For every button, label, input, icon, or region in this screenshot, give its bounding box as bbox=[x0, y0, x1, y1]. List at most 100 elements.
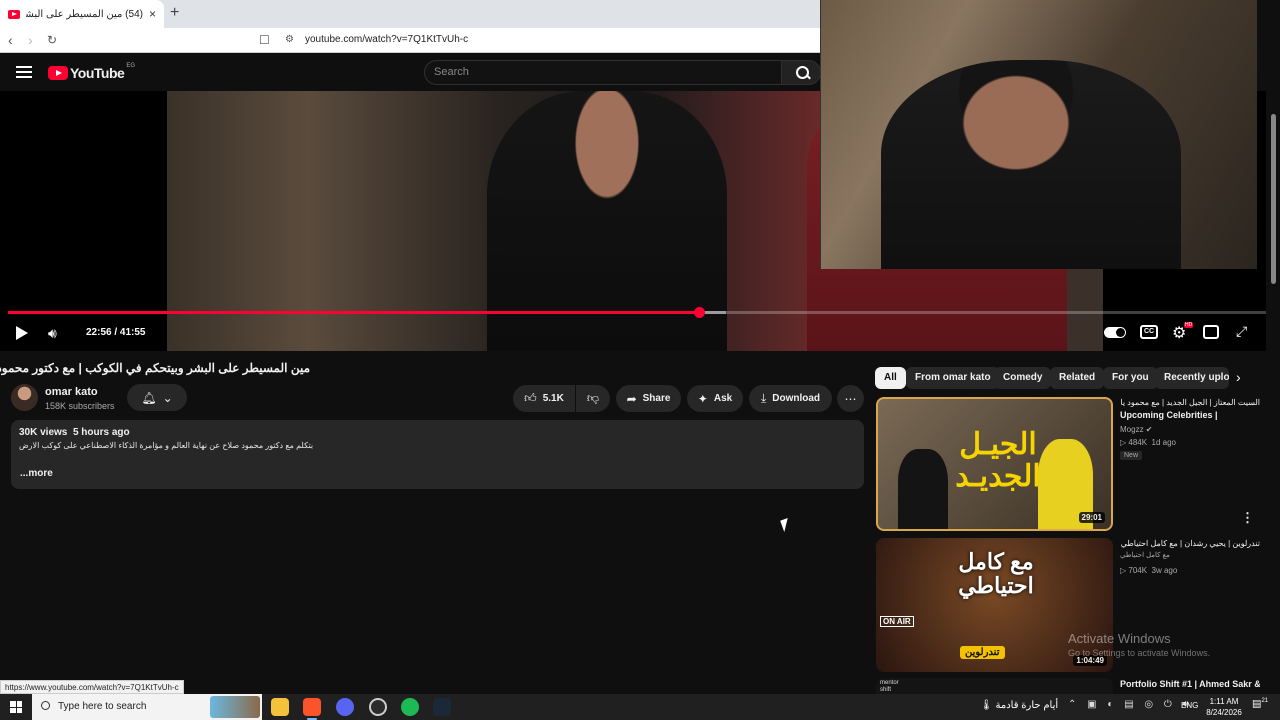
chip-recently-uploaded[interactable]: Recently uplo bbox=[1155, 367, 1229, 389]
youtube-play-logo-icon bbox=[48, 66, 68, 80]
thumbnail-text: mentor shift bbox=[880, 680, 899, 693]
kebab-menu-icon[interactable]: ⋮ bbox=[1241, 510, 1254, 526]
chip-for-you[interactable]: For you bbox=[1103, 367, 1158, 389]
channel-avatar[interactable] bbox=[11, 384, 38, 411]
tab-title: (54) مين المسيطر على البشر وبيتـ bbox=[26, 8, 143, 20]
search-button[interactable] bbox=[781, 60, 821, 85]
share-label: Share bbox=[642, 393, 671, 404]
recommendation-title-line2[interactable]: Upcoming Celebrities | bbox=[1120, 409, 1260, 422]
chip-comedy[interactable]: Comedy bbox=[994, 367, 1052, 389]
weather-widget[interactable]: أيام حارة قادمة 🌡︎ bbox=[980, 700, 1058, 711]
browser-tab[interactable]: (54) مين المسيطر على البشر وبيتـ × bbox=[0, 0, 164, 28]
recommendation-title[interactable]: تندرلوين | يحيي رشدان | مع كامل احتياطي bbox=[1120, 537, 1260, 550]
language-indicator[interactable]: ENG bbox=[1181, 701, 1198, 710]
status-url: https://www.youtube.com/watch?v=7Q1KtTvU… bbox=[0, 680, 184, 694]
bookmark-icon[interactable]: ☐ bbox=[259, 33, 270, 47]
download-button[interactable]: ⤓ Download bbox=[749, 385, 832, 412]
ask-label: Ask bbox=[713, 393, 733, 404]
chip-from-channel[interactable]: From omar kato bbox=[906, 367, 1000, 389]
tab-close-icon[interactable]: × bbox=[149, 7, 156, 21]
obs-icon[interactable] bbox=[369, 698, 387, 716]
recommendation-meta: ▷ 704K 3w ago bbox=[1120, 566, 1178, 575]
play-button[interactable] bbox=[16, 326, 28, 340]
steam-icon[interactable] bbox=[433, 698, 451, 716]
system-tray-icons[interactable]: ⌃ ▣ ◐ ▤ ◎ ⏻ 🔊︎ bbox=[1068, 699, 1193, 710]
like-count: 5.1K bbox=[542, 393, 564, 404]
recommendation-channel[interactable]: Mogzz ✔ bbox=[1120, 425, 1153, 434]
sparkle-icon: ✦ bbox=[697, 391, 708, 406]
show-more-link[interactable]: ...more bbox=[20, 468, 53, 479]
view-count: 30K views bbox=[19, 427, 68, 438]
recommendation-title[interactable]: Portfolio Shift #1 | Ahmed Sakr & bbox=[1120, 678, 1260, 691]
new-tab-button[interactable]: + bbox=[170, 4, 179, 22]
description-text: بتكلم مع دكتور محمود صلاح عن نهاية العال… bbox=[19, 441, 314, 450]
activate-windows-title: Activate Windows bbox=[1068, 631, 1171, 646]
webcam-person bbox=[881, 60, 1181, 269]
discord-icon[interactable] bbox=[336, 698, 354, 716]
chip-all[interactable]: All bbox=[875, 367, 906, 389]
autoplay-toggle[interactable] bbox=[1104, 327, 1126, 338]
reload-icon[interactable]: ↻ bbox=[47, 33, 57, 47]
thumbs-up-icon: 👍︎ bbox=[524, 391, 537, 405]
fullscreen-icon[interactable]: ⤢ bbox=[1236, 323, 1247, 340]
country-code: EG bbox=[126, 63, 135, 69]
chevron-down-icon: ⌄ bbox=[162, 390, 173, 405]
on-air-badge: ON AIR bbox=[880, 616, 914, 627]
back-icon[interactable]: ‹ bbox=[8, 32, 13, 48]
subscriber-count: 158K subscribers bbox=[45, 401, 115, 411]
youtube-logo[interactable]: YouTube EG bbox=[48, 63, 135, 81]
clock[interactable]: 1:11 AM 8/24/2026 bbox=[1204, 696, 1244, 718]
miniplayer-icon[interactable] bbox=[1203, 325, 1219, 339]
thumbnail-subtext: تندرلوين bbox=[960, 646, 1005, 659]
menu-icon[interactable] bbox=[16, 66, 32, 78]
recommendation-title[interactable]: السيت المعتاز | الجيل الجديد | مع محمود … bbox=[1120, 396, 1260, 409]
notification-icon[interactable]: ▤21 bbox=[1252, 698, 1268, 709]
settings-icon[interactable]: ⚙ HD bbox=[1172, 322, 1194, 343]
taskbar-search[interactable]: Type here to search bbox=[32, 694, 262, 720]
chevron-right-icon[interactable]: › bbox=[1236, 369, 1241, 385]
spotify-icon[interactable] bbox=[401, 698, 419, 716]
url-text[interactable]: youtube.com/watch?v=7Q1KtTvUh-c bbox=[305, 34, 468, 45]
taskbar-search-placeholder: Type here to search bbox=[58, 701, 147, 712]
time-display: 22:56 / 41:55 bbox=[86, 327, 146, 338]
windows-taskbar: Type here to search أيام حارة قادمة 🌡︎ ⌃… bbox=[0, 694, 1280, 720]
duration-badge: 29:01 bbox=[1078, 512, 1105, 523]
description-box[interactable]: 30K views 5 hours ago بتكلم مع دكتور محم… bbox=[11, 420, 864, 489]
page-scrollbar[interactable] bbox=[1266, 54, 1280, 694]
thumbs-down-icon: 👎︎ bbox=[586, 391, 600, 405]
progress-bar[interactable] bbox=[8, 307, 1272, 318]
volume-icon[interactable]: 🔊︎ bbox=[48, 325, 66, 341]
thumbnail-person bbox=[898, 449, 948, 529]
brave-browser-icon[interactable] bbox=[303, 698, 321, 720]
file-explorer-icon[interactable] bbox=[271, 698, 289, 716]
like-button[interactable]: 👍︎ 5.1K bbox=[513, 385, 575, 412]
browser-tab-bar: (54) مين المسيطر على البشر وبيتـ × + bbox=[0, 0, 820, 28]
recommendation-thumbnail[interactable]: mentor shift bbox=[876, 678, 1113, 694]
subscribed-button[interactable]: 🔔︎ ⌄ bbox=[127, 384, 187, 411]
scrollbar-thumb[interactable] bbox=[1271, 114, 1276, 284]
chip-related[interactable]: Related bbox=[1050, 367, 1105, 389]
dislike-button[interactable]: 👎︎ bbox=[576, 385, 610, 412]
captions-button[interactable]: CC bbox=[1140, 325, 1158, 339]
more-actions-button[interactable]: ⋯ bbox=[837, 385, 864, 412]
mouse-cursor-icon bbox=[780, 517, 792, 533]
share-button[interactable]: ➦ Share bbox=[616, 385, 681, 412]
bell-icon: 🔔︎ bbox=[141, 390, 157, 405]
forward-icon[interactable]: › bbox=[28, 32, 33, 48]
windows-start-icon[interactable] bbox=[10, 701, 22, 713]
description-meta: 30K views 5 hours ago bbox=[19, 427, 856, 438]
thumbnail-text: مع كامل احتياطي bbox=[958, 549, 1034, 598]
share-icon: ➦ bbox=[626, 391, 637, 406]
notification-count: 21 bbox=[1261, 698, 1269, 704]
ask-button[interactable]: ✦ Ask bbox=[687, 385, 743, 412]
site-info-icon[interactable]: ⚙ bbox=[285, 34, 294, 45]
recommendation-channel[interactable]: مع كامل احتياطي bbox=[1120, 551, 1170, 559]
search-highlight-image bbox=[210, 696, 260, 718]
webcam-overlay bbox=[820, 0, 1257, 269]
search-input[interactable]: Search bbox=[424, 60, 782, 85]
channel-name[interactable]: omar kato bbox=[45, 386, 98, 398]
recommendation-thumbnail[interactable]: الجيـل الجديـد 29:01 bbox=[876, 397, 1113, 531]
upload-age: 5 hours ago bbox=[72, 427, 130, 438]
video-title: مين المسيطر على البشر وبيتحكم في الكوكب … bbox=[0, 361, 310, 375]
logo-text: YouTube bbox=[70, 65, 125, 81]
